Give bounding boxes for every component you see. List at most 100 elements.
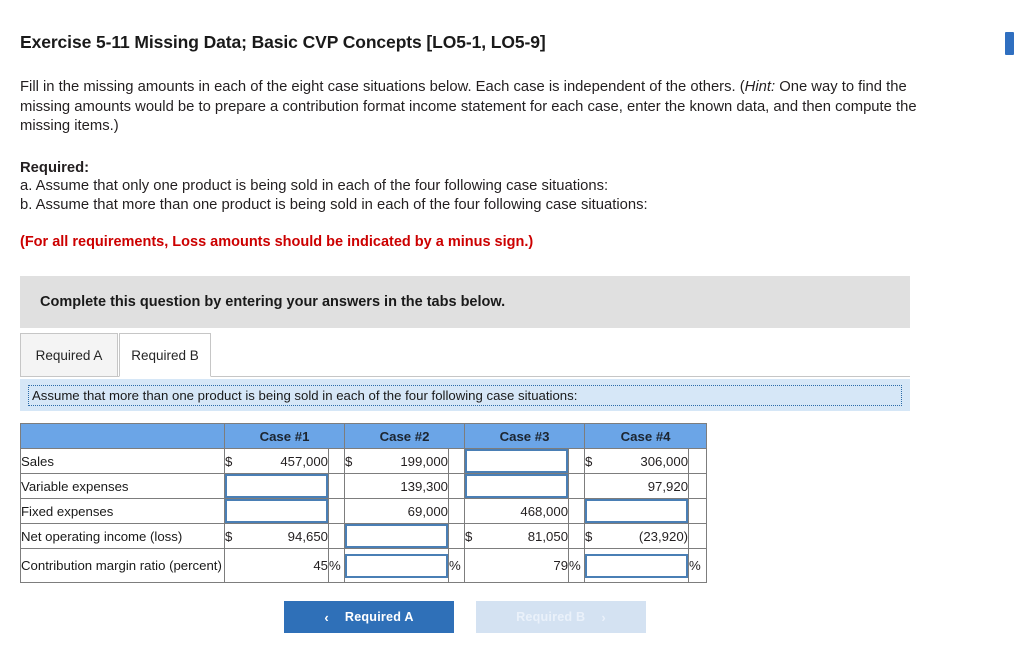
- unit-suffix-r2-c3: [688, 498, 708, 524]
- cvp-header-case-3: Case #3: [464, 423, 586, 449]
- answer-input-r0-c2[interactable]: [464, 448, 570, 474]
- cvp-header-row: Case #1 Case #2 Case #3 Case #4: [20, 423, 708, 449]
- loss-sign-note: (For all requirements, Loss amounts shou…: [20, 234, 534, 250]
- table-row: Sales $457,000 $199,000 $306,000: [20, 448, 708, 474]
- input-box[interactable]: [585, 553, 689, 578]
- answer-input-r2-c3[interactable]: [584, 498, 690, 524]
- answer-input-r2-c0[interactable]: [224, 498, 329, 524]
- question-intro: Fill in the missing amounts in each of t…: [20, 78, 940, 137]
- unit-suffix-r4-c2: %: [568, 548, 586, 583]
- unit-suffix-r3-c0: [327, 523, 346, 549]
- required-heading: Required:: [20, 159, 90, 176]
- cell-value: 81,050: [527, 528, 569, 544]
- value-cell-r1-c1: 139,300: [344, 473, 450, 499]
- table-row: Fixed expenses 69,000 468,000: [20, 498, 708, 524]
- row-label: Contribution margin ratio (percent): [20, 548, 225, 583]
- unit-suffix-r3-c3: [688, 523, 708, 549]
- vertical-scrollbar-thumb[interactable]: [1005, 32, 1014, 55]
- row-label: Net operating income (loss): [20, 523, 225, 549]
- cvp-table-body: Sales $457,000 $199,000 $306,000 Variable ex…: [20, 448, 708, 583]
- cell-value: 468,000: [520, 503, 569, 519]
- value-cell-r2-c2: 468,000: [464, 498, 570, 524]
- cell-value: 97,920: [647, 478, 689, 494]
- row-label: Sales: [20, 448, 225, 474]
- required-item-b: b. Assume that more than one product is …: [20, 196, 648, 213]
- vertical-scrollbar-track[interactable]: [1005, 32, 1016, 658]
- answer-input-r4-c3[interactable]: [584, 548, 690, 583]
- cell-value: 139,300: [400, 478, 449, 494]
- unit-suffix-r0-c3: [688, 448, 708, 474]
- unit-suffix-r3-c1: [448, 523, 466, 549]
- cell-value: 94,650: [287, 528, 328, 544]
- unit-suffix-r3-c2: [568, 523, 586, 549]
- tab-bar: Required A Required B: [20, 333, 910, 379]
- unit-suffix-r4-c0: %: [327, 548, 346, 583]
- chevron-left-icon: ‹: [324, 609, 329, 625]
- question-page: Exercise 5-11 Missing Data; Basic CVP Co…: [0, 32, 1000, 633]
- cell-value: 199,000: [400, 453, 449, 469]
- unit-suffix-r2-c0: [327, 498, 346, 524]
- tab-required-b[interactable]: Required B: [119, 333, 211, 377]
- value-cell-r3-c0: $94,650: [224, 523, 329, 549]
- unit-suffix-r1-c3: [688, 473, 708, 499]
- input-box[interactable]: [465, 474, 569, 498]
- page-title: Exercise 5-11 Missing Data; Basic CVP Co…: [20, 32, 546, 52]
- unit-suffix-r0-c0: [327, 448, 346, 474]
- hint-label: Hint:: [744, 79, 776, 95]
- unit-suffix-r2-c1: [448, 498, 466, 524]
- input-box[interactable]: [585, 499, 689, 523]
- currency-symbol: $: [585, 528, 593, 544]
- tab-required-a[interactable]: Required A: [20, 333, 118, 377]
- cell-value: 45: [313, 558, 328, 573]
- currency-symbol: $: [465, 528, 473, 544]
- assume-banner: Assume that more than one product is bei…: [20, 379, 910, 411]
- row-label: Variable expenses: [20, 473, 225, 499]
- answer-input-r1-c0[interactable]: [224, 473, 329, 499]
- cvp-header-case-2: Case #2: [344, 423, 466, 449]
- value-cell-r3-c3: $ (23,920): [584, 523, 690, 549]
- value-cell-r3-c2: $81,050: [464, 523, 570, 549]
- answer-input-r3-c1[interactable]: [344, 523, 450, 549]
- cell-value: (23,920): [638, 528, 689, 544]
- value-cell-r0-c0: $457,000: [224, 448, 329, 474]
- input-box[interactable]: [345, 524, 449, 548]
- cell-value: 79: [553, 558, 569, 573]
- cell-value: 457,000: [280, 453, 328, 469]
- value-cell-r0-c3: $306,000: [584, 448, 690, 474]
- row-label: Fixed expenses: [20, 498, 225, 524]
- input-box[interactable]: [225, 474, 328, 498]
- cell-value: 306,000: [640, 453, 689, 469]
- value-cell-r4-c2: 79: [464, 548, 570, 583]
- input-box[interactable]: [225, 499, 328, 523]
- table-row: Net operating income (loss) $94,650 $81,05…: [20, 523, 708, 549]
- unit-suffix-r0-c2: [568, 448, 586, 474]
- table-row: Variable expenses 139,300 97,920: [20, 473, 708, 499]
- instruction-bar-text: Complete this question by entering your …: [40, 294, 506, 310]
- prev-required-a-button[interactable]: ‹ Required A: [284, 601, 454, 633]
- input-box[interactable]: [465, 449, 569, 473]
- cell-value: 69,000: [407, 503, 449, 519]
- unit-suffix-r4-c1: %: [448, 548, 466, 583]
- cvp-header-case-4: Case #4: [584, 423, 708, 449]
- value-cell-r2-c1: 69,000: [344, 498, 450, 524]
- assume-banner-text: Assume that more than one product is bei…: [28, 384, 902, 406]
- unit-suffix-r2-c2: [568, 498, 586, 524]
- value-cell-r4-c0: 45: [224, 548, 329, 583]
- cvp-table-head: Case #1 Case #2 Case #3 Case #4: [20, 423, 708, 449]
- currency-symbol: $: [225, 453, 233, 469]
- next-required-b-button: Required B ›: [476, 601, 646, 633]
- unit-suffix-r1-c0: [327, 473, 346, 499]
- answer-input-r4-c1[interactable]: [344, 548, 450, 583]
- unit-suffix-r4-c3: %: [688, 548, 708, 583]
- chevron-right-icon: ›: [601, 609, 606, 625]
- tab-required-b-label: Required B: [131, 347, 199, 363]
- currency-symbol: $: [585, 453, 593, 469]
- required-block: Required: a. Assume that only one produc…: [20, 159, 980, 215]
- required-item-a: a. Assume that only one product is being…: [20, 178, 609, 194]
- unit-suffix-r1-c1: [448, 473, 466, 499]
- answer-input-r1-c2[interactable]: [464, 473, 570, 499]
- table-row: Contribution margin ratio (percent) 45%% 7…: [20, 548, 708, 583]
- cvp-table: Case #1 Case #2 Case #3 Case #4 Sales $45…: [20, 423, 708, 583]
- input-box[interactable]: [345, 553, 449, 578]
- unit-suffix-r0-c1: [448, 448, 466, 474]
